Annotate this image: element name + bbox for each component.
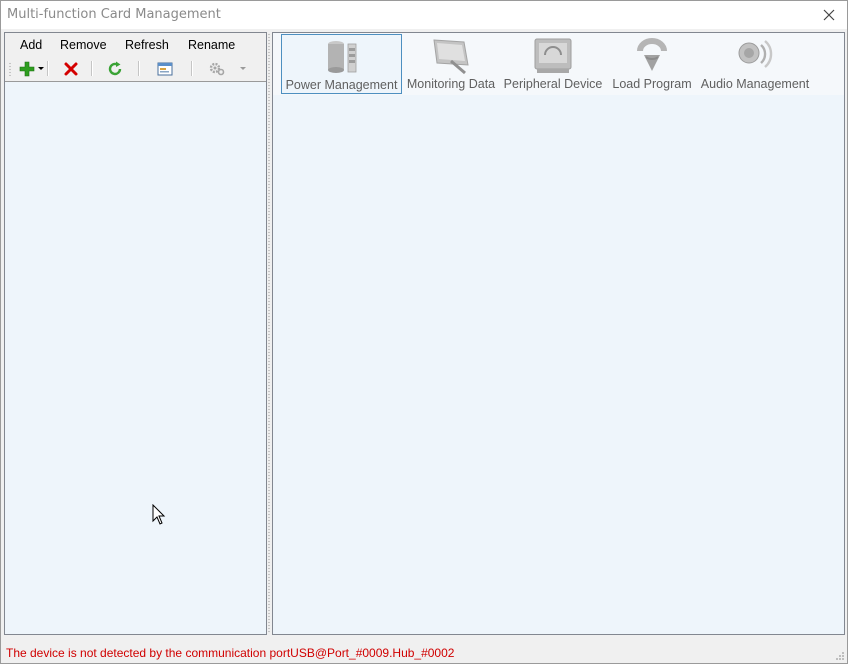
main-window: Multi-function Card Management Add Remov… [0,0,848,664]
add-icon [19,61,35,77]
left-menu-bar: Add Remove Refresh Rename [5,33,266,57]
ribbon-label: Load Program [612,77,692,91]
load-program-button[interactable]: Load Program [607,34,697,92]
settings-dropdown-arrow[interactable] [240,67,246,70]
card-list-pane: Add Remove Refresh Rename [4,32,267,635]
function-ribbon: Power Management Monitoring Data Periphe… [273,33,844,95]
client-area: Add Remove Refresh Rename Power Manageme… [1,29,847,663]
resize-grip-icon[interactable] [835,651,845,661]
peripheral-device-icon [534,38,572,73]
toolbar-separator [47,61,49,76]
delete-icon [64,62,78,76]
window-title: Multi-function Card Management [7,7,221,22]
toolbar-separator [138,61,140,76]
status-message: The device is not detected by the commun… [6,646,455,660]
settings-button[interactable] [209,61,225,77]
load-program-icon [637,38,667,71]
menu-refresh[interactable]: Refresh [125,38,169,52]
settings-icon [209,62,225,76]
function-pane: Power Management Monitoring Data Periphe… [272,32,845,635]
menu-rename[interactable]: Rename [188,38,235,52]
close-button[interactable] [811,1,847,29]
audio-management-button[interactable]: Audio Management [699,34,811,92]
refresh-icon [108,61,122,76]
monitoring-data-button[interactable]: Monitoring Data [403,34,499,92]
rename-icon [157,62,173,76]
delete-button[interactable] [63,61,79,77]
left-toolbar [5,57,266,82]
monitoring-data-icon [433,39,469,75]
ribbon-label: Monitoring Data [406,77,496,91]
audio-management-icon [738,40,773,68]
pane-splitter[interactable] [268,33,270,633]
refresh-button[interactable] [107,61,123,77]
ribbon-label: Peripheral Device [503,77,603,91]
peripheral-device-button[interactable]: Peripheral Device [501,34,605,92]
title-bar: Multi-function Card Management [1,1,847,29]
menu-add[interactable]: Add [20,38,42,52]
add-dropdown-arrow[interactable] [38,67,44,70]
ribbon-label: Power Management [285,78,398,92]
mouse-cursor-icon [152,504,166,525]
card-tree[interactable] [5,82,266,634]
rename-button[interactable] [157,61,173,77]
function-content [273,95,844,634]
close-icon [823,9,835,21]
toolbar-grip[interactable] [9,62,11,76]
menu-remove[interactable]: Remove [60,38,107,52]
add-button[interactable] [19,61,35,77]
power-management-icon [327,41,356,73]
power-management-button[interactable]: Power Management [281,34,402,94]
toolbar-separator [91,61,93,76]
ribbon-label: Audio Management [700,77,810,91]
toolbar-separator [191,61,193,76]
